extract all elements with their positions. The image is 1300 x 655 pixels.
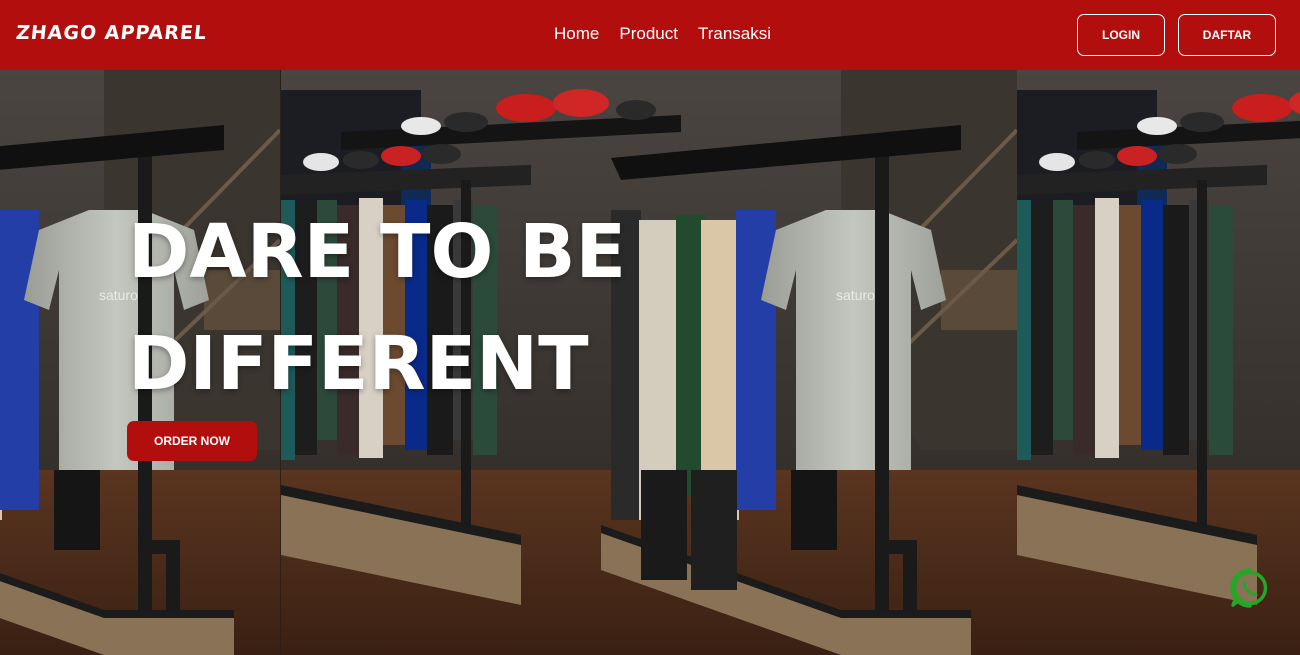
main-nav: Home Product Transaksi	[554, 24, 771, 44]
nav-link-transaksi[interactable]: Transaksi	[698, 24, 771, 44]
hero-title-line-1: DARE TO BE	[128, 209, 627, 295]
register-button[interactable]: DAFTAR	[1178, 14, 1276, 56]
whatsapp-icon[interactable]	[1229, 567, 1271, 609]
nav-link-home[interactable]: Home	[554, 24, 599, 44]
nav-link-product[interactable]: Product	[619, 24, 678, 44]
hero-title-line-2: DIFFERENT	[128, 321, 589, 407]
hero-section: DARE TO BE DIFFERENT ORDER NOW	[0, 70, 1300, 655]
login-button[interactable]: LOGIN	[1077, 14, 1165, 56]
navbar: ZHAGO APPAREL Home Product Transaksi LOG…	[0, 0, 1300, 70]
brand-logo[interactable]: ZHAGO APPAREL	[15, 22, 208, 44]
order-now-button[interactable]: ORDER NOW	[127, 421, 257, 461]
hero-title: DARE TO BE DIFFERENT	[128, 196, 626, 420]
